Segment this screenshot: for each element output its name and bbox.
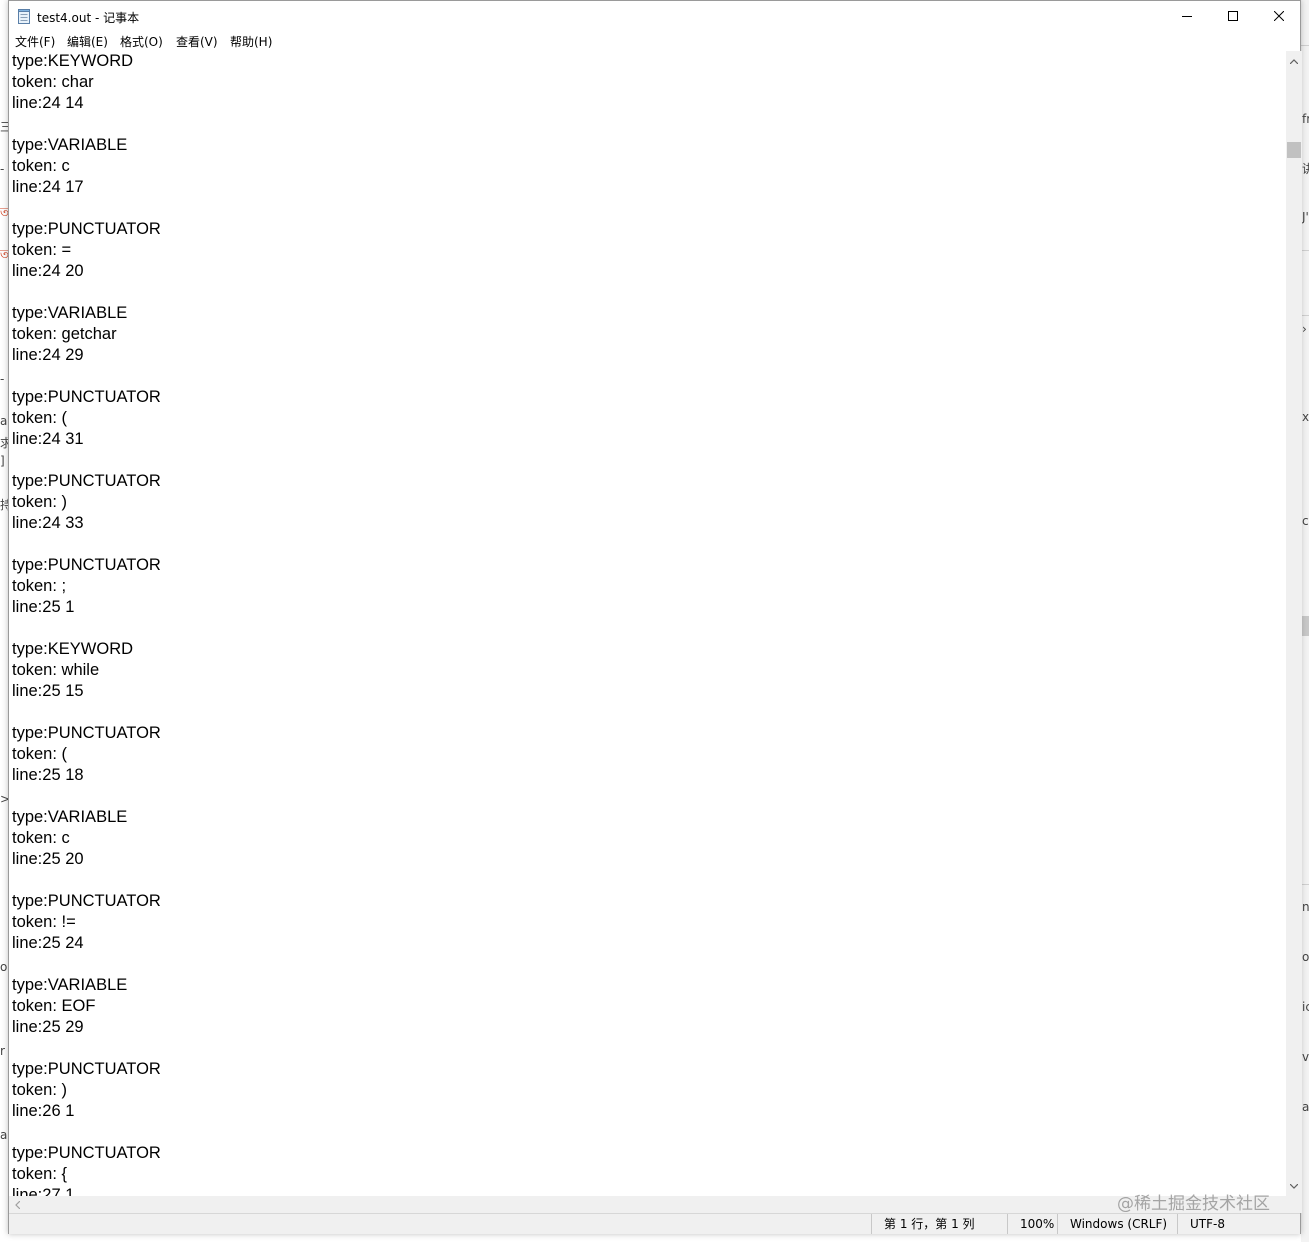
text-editor-area[interactable]: type:KEYWORD token: char line:24 14 type…	[9, 51, 1286, 1196]
background-fragment: r	[0, 1044, 5, 1058]
menu-help[interactable]: 帮助(H)	[230, 33, 272, 50]
background-fragment: a	[1302, 1100, 1309, 1114]
scroll-left-arrow-icon[interactable]	[9, 1196, 25, 1213]
menu-file[interactable]: 文件(F)	[15, 33, 55, 50]
notepad-window: test4.out - 记事本 文件(F) 编辑(E) 格式(O) 查看(V) …	[8, 0, 1302, 1234]
horizontal-scrollbar[interactable]	[9, 1196, 1286, 1213]
minimize-icon	[1182, 16, 1192, 17]
zoom-level: 100%	[1007, 1214, 1059, 1234]
background-fragment: -	[0, 162, 5, 176]
background-divider	[1301, 45, 1309, 46]
close-icon	[1274, 11, 1284, 21]
scrollbar-corner	[1286, 1196, 1302, 1213]
maximize-button[interactable]	[1210, 1, 1256, 31]
background-fragment: ›	[1302, 322, 1307, 336]
background-fragment: x	[1302, 410, 1309, 424]
menu-format[interactable]: 格式(O)	[120, 33, 163, 50]
background-fragment: a	[0, 1128, 8, 1142]
background-fragment: v	[1302, 1050, 1309, 1064]
background-fragment: ]	[0, 454, 5, 468]
menu-view[interactable]: 查看(V)	[176, 33, 218, 50]
scroll-up-arrow-icon[interactable]	[1286, 53, 1302, 69]
menu-bar: 文件(F) 编辑(E) 格式(O) 查看(V) 帮助(H)	[9, 31, 1300, 51]
background-fragment: ns	[1302, 900, 1309, 914]
window-title: test4.out - 记事本	[37, 11, 140, 25]
maximize-icon	[1228, 11, 1238, 21]
background-fragment: ct	[1302, 514, 1309, 528]
background-fragment: a	[0, 414, 8, 428]
line-ending: Windows (CRLF)	[1057, 1214, 1179, 1234]
background-fragment: -	[0, 372, 5, 386]
background-divider	[1301, 315, 1309, 316]
minimize-button[interactable]	[1164, 1, 1210, 31]
vertical-scroll-thumb[interactable]	[1287, 142, 1301, 158]
background-fragment: o	[0, 960, 8, 974]
background-fragment: or	[1302, 950, 1309, 964]
close-button[interactable]	[1256, 1, 1302, 31]
notepad-icon	[18, 9, 31, 24]
background-fragment: ic	[1302, 1000, 1309, 1014]
title-bar[interactable]: test4.out - 记事本	[9, 1, 1300, 31]
background-window-right-edge: fr 讲 J' › x ct ns or ic v a	[1301, 0, 1309, 1242]
background-divider	[1301, 616, 1309, 636]
encoding: UTF-8	[1177, 1214, 1300, 1234]
background-window-left-edge: 三 - ত ত - a 求 ] 持 > o r a	[0, 0, 12, 1242]
status-bar: 第 1 行，第 1 列 100% Windows (CRLF) UTF-8	[9, 1213, 1300, 1234]
watermark: @稀土掘金技术社区	[1117, 1194, 1270, 1214]
menu-edit[interactable]: 编辑(E)	[67, 33, 108, 50]
background-fragment: 讲	[1302, 162, 1309, 176]
background-divider	[1301, 250, 1309, 251]
scroll-down-arrow-icon[interactable]	[1286, 1178, 1302, 1194]
vertical-scrollbar[interactable]	[1286, 51, 1302, 1196]
background-divider	[1301, 884, 1309, 885]
background-fragment: J'	[1302, 210, 1309, 224]
cursor-position: 第 1 行，第 1 列	[871, 1214, 999, 1234]
document-text[interactable]: type:KEYWORD token: char line:24 14 type…	[12, 51, 161, 1196]
background-fragment: fr	[1302, 112, 1309, 126]
